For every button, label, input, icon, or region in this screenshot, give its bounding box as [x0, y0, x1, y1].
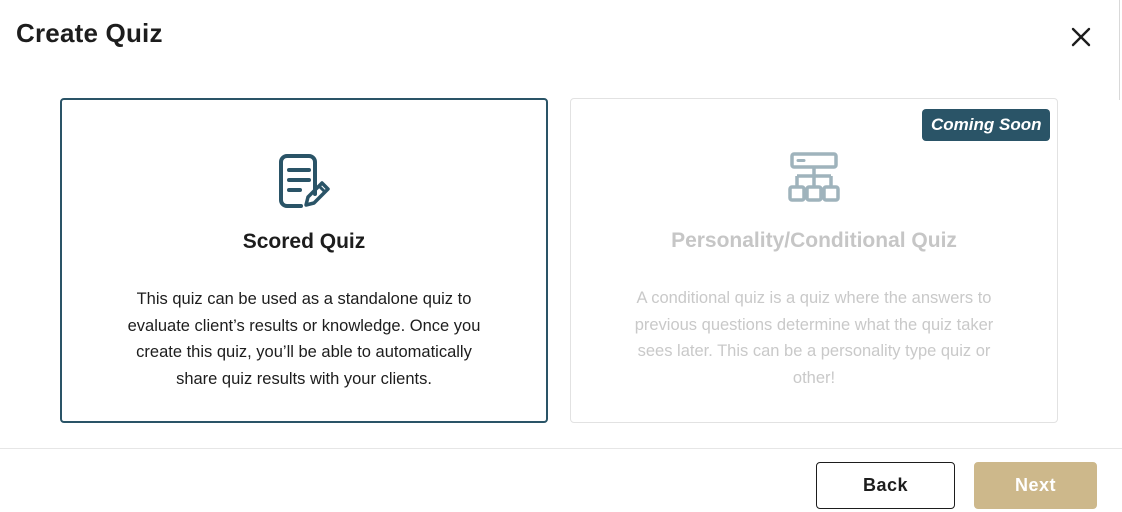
footer-divider: [0, 448, 1122, 449]
dialog-header: Create Quiz: [0, 0, 1122, 72]
personality-quiz-description: A conditional quiz is a quiz where the a…: [634, 289, 994, 387]
personality-quiz-card: Coming Soon Personality/Conditional Quiz…: [570, 98, 1058, 423]
next-button[interactable]: Next: [974, 462, 1097, 509]
create-quiz-dialog: Create Quiz Scored Quiz This quiz can be…: [0, 0, 1122, 512]
close-icon: [1071, 27, 1091, 47]
close-button[interactable]: [1068, 24, 1094, 50]
back-button[interactable]: Back: [816, 462, 955, 509]
scored-quiz-card[interactable]: Scored Quiz This quiz can be used as a s…: [60, 98, 548, 423]
personality-quiz-title: Personality/Conditional Quiz: [671, 229, 957, 252]
document-edit-icon: [276, 150, 332, 210]
scored-quiz-description: This quiz can be used as a standalone qu…: [127, 290, 481, 388]
coming-soon-badge: Coming Soon: [922, 109, 1051, 141]
scored-quiz-title: Scored Quiz: [242, 230, 366, 253]
hierarchy-tree-icon: [786, 149, 842, 209]
dialog-title: Create Quiz: [16, 18, 163, 48]
